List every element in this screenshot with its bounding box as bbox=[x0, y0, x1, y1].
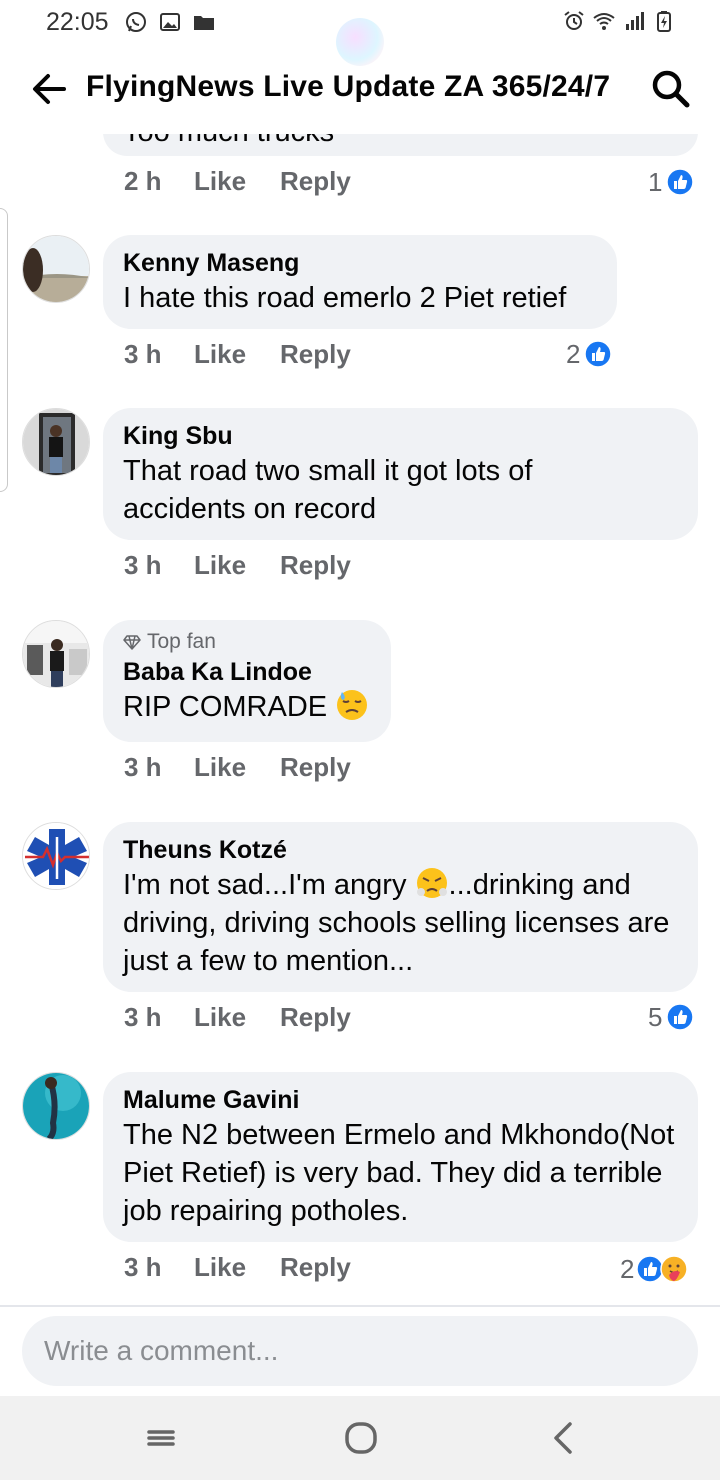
gallery-icon bbox=[160, 13, 180, 31]
comment-text: The N2 between Ermelo and Mkhondo(Not Pi… bbox=[123, 1119, 675, 1227]
avatar[interactable] bbox=[22, 620, 90, 688]
avatar[interactable] bbox=[22, 1072, 90, 1140]
top-fan-badge: Top fan bbox=[123, 630, 371, 654]
like-button[interactable]: Like bbox=[194, 339, 280, 375]
arrow-left-icon[interactable] bbox=[28, 68, 70, 110]
comment-time: 2 h bbox=[124, 166, 162, 196]
reply-button[interactable]: Reply bbox=[280, 166, 351, 202]
recent-apps-icon[interactable] bbox=[139, 1416, 183, 1460]
comment-bubble[interactable]: King Sbu That road two small it got lots… bbox=[103, 408, 698, 540]
reply-button[interactable]: Reply bbox=[280, 550, 351, 586]
comment-time: 3 h bbox=[124, 339, 162, 369]
diamond-icon bbox=[123, 635, 141, 650]
avatar[interactable] bbox=[22, 822, 90, 890]
like-reaction-icon bbox=[666, 168, 695, 196]
signal-icon bbox=[626, 12, 644, 30]
comment-input[interactable] bbox=[44, 1330, 664, 1372]
comment-author[interactable]: Malume Gavini bbox=[123, 1084, 678, 1116]
comment-text: That road two small it got lots of accid… bbox=[123, 455, 533, 525]
comment-actions: 3 h Like Reply bbox=[124, 752, 351, 788]
comment-time: 3 h bbox=[124, 550, 162, 580]
comment-time: 3 h bbox=[124, 752, 162, 782]
angry-steam-emoji bbox=[416, 868, 447, 898]
sad-sweat-emoji bbox=[337, 690, 368, 720]
like-button[interactable]: Like bbox=[194, 1002, 280, 1038]
reaction-summary[interactable]: 2 bbox=[620, 1252, 689, 1286]
comment-time: 3 h bbox=[124, 1002, 162, 1032]
reaction-count: 2 bbox=[620, 1253, 635, 1284]
folder-icon bbox=[194, 16, 214, 30]
home-icon[interactable] bbox=[339, 1416, 383, 1460]
reaction-count: 1 bbox=[648, 166, 663, 197]
reply-button[interactable]: Reply bbox=[280, 1002, 351, 1038]
top-fan-label: Top fan bbox=[147, 630, 216, 653]
care-reaction-icon bbox=[660, 1255, 689, 1283]
reaction-summary[interactable]: 5 bbox=[648, 1000, 695, 1034]
comment-bubble[interactable]: Theuns Kotzé I'm not sad...I'm angry ...… bbox=[103, 822, 698, 992]
alarm-icon bbox=[564, 11, 584, 30]
comment-actions: 3 h Like Reply bbox=[124, 550, 351, 586]
battery-charging-icon bbox=[657, 11, 671, 32]
comment-bubble[interactable]: Malume Gavini The N2 between Ermelo and … bbox=[103, 1072, 698, 1242]
comment-composer[interactable] bbox=[22, 1316, 698, 1386]
status-bar: 22:05 bbox=[0, 0, 720, 66]
wifi-icon bbox=[593, 13, 615, 30]
comment-text: I hate this road emerlo 2 Piet retief bbox=[123, 282, 567, 314]
whatsapp-icon bbox=[126, 12, 146, 32]
comment-actions: 2 h Like Reply bbox=[124, 166, 351, 202]
reaction-count: 2 bbox=[566, 338, 581, 369]
comment-actions: 3 h Like Reply bbox=[124, 339, 351, 375]
status-time: 22:05 bbox=[46, 8, 109, 36]
like-reaction-icon bbox=[584, 340, 613, 368]
search-icon[interactable] bbox=[650, 68, 692, 110]
avatar[interactable] bbox=[22, 235, 90, 303]
back-icon[interactable] bbox=[542, 1416, 586, 1460]
like-button[interactable]: Like bbox=[194, 1252, 280, 1288]
reply-button[interactable]: Reply bbox=[280, 339, 351, 375]
comment-actions: 3 h Like Reply bbox=[124, 1252, 351, 1288]
comment-author[interactable]: King Sbu bbox=[123, 420, 678, 452]
comment-author[interactable]: Theuns Kotzé bbox=[123, 834, 678, 866]
reaction-summary[interactable]: 2 bbox=[566, 337, 613, 371]
like-button[interactable]: Like bbox=[194, 550, 280, 586]
scroll-indicator bbox=[0, 208, 8, 492]
comment-bubble[interactable]: Kenny Maseng I hate this road emerlo 2 P… bbox=[103, 235, 617, 329]
like-button[interactable]: Like bbox=[194, 166, 280, 202]
comment-time: 3 h bbox=[124, 1252, 162, 1282]
like-button[interactable]: Like bbox=[194, 752, 280, 788]
comment-text: RIP COMRADE bbox=[123, 691, 328, 723]
comment-actions: 3 h Like Reply bbox=[124, 1002, 351, 1038]
reaction-summary[interactable]: 1 bbox=[648, 165, 695, 199]
avatar[interactable] bbox=[22, 408, 90, 476]
page-title: FlyingNews Live Update ZA 365/24/7 bbox=[86, 70, 611, 103]
floating-assistant-bubble[interactable] bbox=[336, 18, 384, 66]
reply-button[interactable]: Reply bbox=[280, 752, 351, 788]
system-navbar bbox=[0, 1396, 720, 1480]
comment-author[interactable]: Baba Ka Lindoe bbox=[123, 656, 371, 688]
reaction-count: 5 bbox=[648, 1001, 663, 1032]
comment-author[interactable]: Kenny Maseng bbox=[123, 247, 597, 279]
like-reaction-icon bbox=[666, 1003, 695, 1031]
comment-text: I'm not sad...I'm angry bbox=[123, 869, 407, 901]
reply-button[interactable]: Reply bbox=[280, 1252, 351, 1288]
comment-bubble[interactable]: Top fan Baba Ka Lindoe RIP COMRADE bbox=[103, 620, 391, 742]
